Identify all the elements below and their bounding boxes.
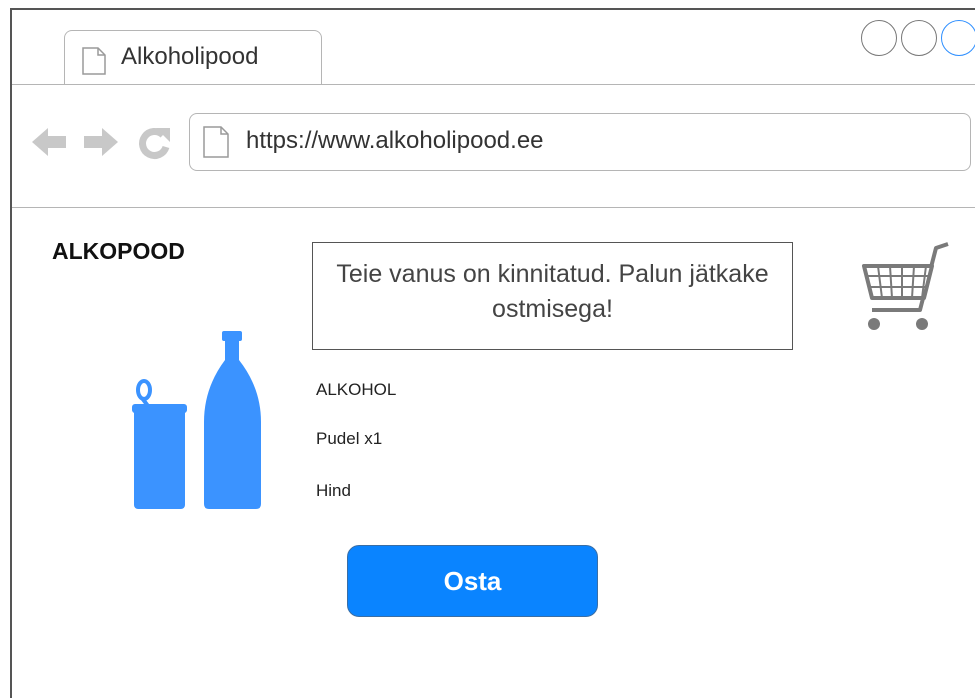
price-label: Hind <box>316 481 351 500</box>
window-controls <box>857 20 975 56</box>
brand-logo: ALKOPOOD <box>52 238 185 264</box>
product-quantity: Pudel x1 <box>316 429 383 448</box>
minimize-button[interactable] <box>861 20 897 56</box>
close-button[interactable] <box>941 20 975 56</box>
product-name: ALKOHOL <box>316 380 397 399</box>
bottle-icon <box>204 331 261 509</box>
shopping-cart-icon[interactable] <box>860 242 952 334</box>
address-bar[interactable]: https://www.alkoholipood.ee <box>189 113 971 171</box>
back-arrow-icon[interactable] <box>30 125 68 159</box>
can-icon <box>132 379 187 509</box>
age-confirmed-message: Teie vanus on kinnitatud. Palun jätkake … <box>312 242 793 350</box>
maximize-button[interactable] <box>901 20 937 56</box>
document-icon <box>203 126 229 158</box>
tab-strip: Alkoholipood <box>12 10 975 85</box>
product-image <box>132 331 261 509</box>
document-icon <box>82 47 106 75</box>
url-text: https://www.alkoholipood.ee <box>246 127 544 154</box>
reload-icon[interactable] <box>136 125 172 161</box>
navigation-bar: https://www.alkoholipood.ee <box>12 85 975 208</box>
browser-tab[interactable]: Alkoholipood <box>64 30 322 84</box>
buy-button[interactable]: Osta <box>347 545 598 617</box>
tab-title: Alkoholipood <box>121 43 259 70</box>
forward-arrow-icon[interactable] <box>82 125 120 159</box>
